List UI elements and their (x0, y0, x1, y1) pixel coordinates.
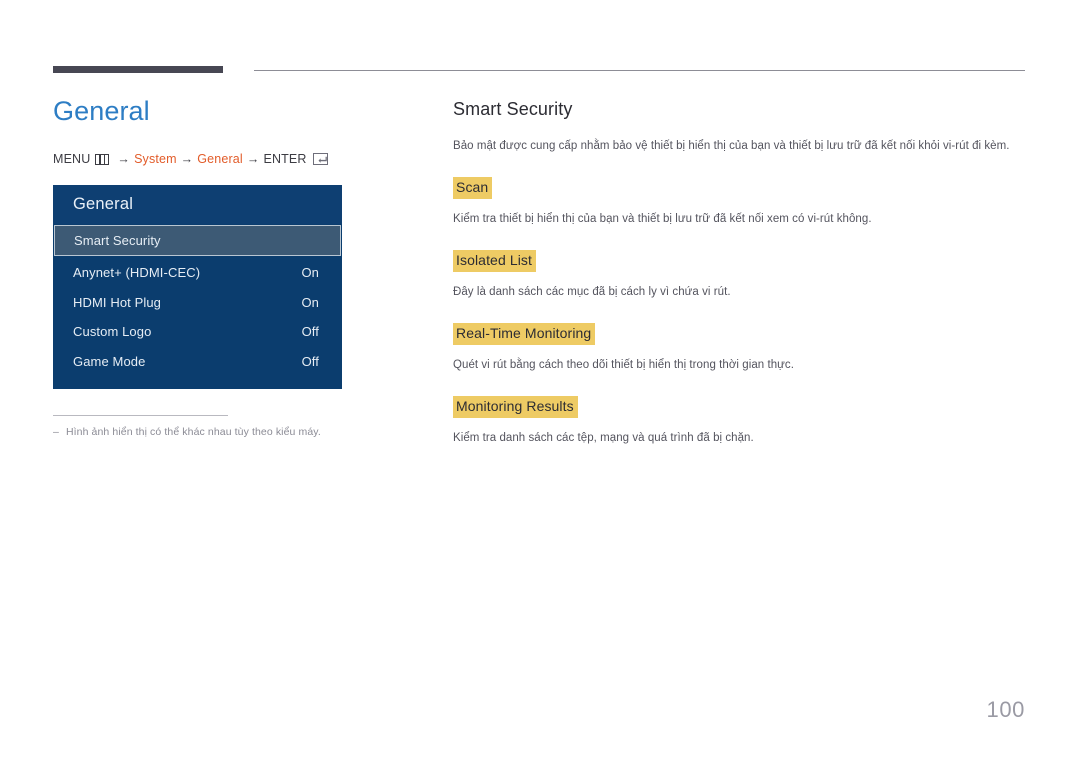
breadcrumb-arrow-3: → (246, 152, 260, 166)
subsection-description: Kiểm tra danh sách các tệp, mạng và quá … (453, 432, 754, 444)
menu-grid-icon (95, 153, 110, 165)
subsection-title: Real-Time Monitoring (453, 323, 596, 345)
page-header-rules (0, 0, 1080, 90)
osd-row-label: Anynet+ (HDMI-CEC) (73, 265, 201, 281)
osd-row-value: On (301, 294, 319, 310)
osd-row-label: Game Mode (73, 353, 146, 369)
header-thin-rule (254, 70, 1025, 71)
osd-row-label: HDMI Hot Plug (73, 294, 161, 310)
page-title: General (53, 96, 150, 126)
osd-row-custom-logo[interactable]: Custom Logo Off (53, 317, 342, 347)
left-column: General MENU → System → General → ENTER … (53, 92, 413, 440)
breadcrumb-step-general[interactable]: General (197, 152, 243, 166)
breadcrumb-enter-label: ENTER (263, 152, 307, 166)
subsection-title: Isolated List (453, 250, 537, 272)
breadcrumb-arrow-2: → (180, 152, 194, 166)
osd-row-value: Off (301, 353, 319, 369)
enter-key-icon (312, 153, 328, 165)
footnote-dash: – (53, 426, 59, 438)
subsection-description: Quét vi rút bằng cách theo dõi thiết bị … (453, 359, 794, 371)
osd-row-value: On (301, 265, 319, 281)
osd-row-label: Smart Security (74, 233, 161, 248)
page-number: 100 (986, 697, 1025, 722)
header-thick-rule (53, 66, 223, 73)
subsection-monitoring-results: Monitoring Results Kiểm tra danh sách cá… (453, 396, 1033, 447)
subsection-description: Đây là danh sách các mục đã bị cách ly v… (453, 286, 731, 298)
section-title: Smart Security (453, 99, 573, 119)
breadcrumb-arrow-1: → (117, 152, 131, 166)
footnote-block: – Hình ảnh hiển thị có thể khác nhau tùy… (53, 415, 393, 440)
osd-panel-title: General (53, 185, 342, 224)
subsection-scan: Scan Kiểm tra thiết bị hiển thị của bạn … (453, 177, 1033, 228)
osd-menu-panel: General Smart Security Anynet+ (HDMI-CEC… (53, 185, 342, 389)
footnote: – Hình ảnh hiển thị có thể khác nhau tùy… (53, 425, 393, 440)
osd-row-value: Off (301, 324, 319, 340)
breadcrumb-step-system[interactable]: System (134, 152, 177, 166)
section-description: Bảo mật được cung cấp nhằm bảo vệ thiết … (453, 140, 1010, 152)
subsection-real-time-monitoring: Real-Time Monitoring Quét vi rút bằng cá… (453, 323, 1033, 374)
breadcrumb: MENU → System → General → ENTER (53, 152, 413, 166)
osd-row-anynet[interactable]: Anynet+ (HDMI-CEC) On (53, 258, 342, 288)
osd-row-label: Custom Logo (73, 324, 152, 340)
footnote-text: Hình ảnh hiển thị có thể khác nhau tùy t… (65, 426, 321, 438)
right-column: Smart Security Bảo mật được cung cấp nhằ… (453, 96, 1033, 459)
breadcrumb-menu-label: MENU (53, 152, 91, 166)
osd-row-smart-security[interactable]: Smart Security (54, 225, 341, 256)
subsection-description: Kiểm tra thiết bị hiển thị của bạn và th… (453, 213, 872, 225)
osd-row-hdmi-hot-plug[interactable]: HDMI Hot Plug On (53, 288, 342, 318)
footnote-divider (53, 415, 228, 416)
osd-row-game-mode[interactable]: Game Mode Off (53, 347, 342, 377)
subsection-title: Scan (453, 177, 493, 199)
subsection-isolated-list: Isolated List Đây là danh sách các mục đ… (453, 250, 1033, 301)
subsection-title: Monitoring Results (453, 396, 578, 418)
